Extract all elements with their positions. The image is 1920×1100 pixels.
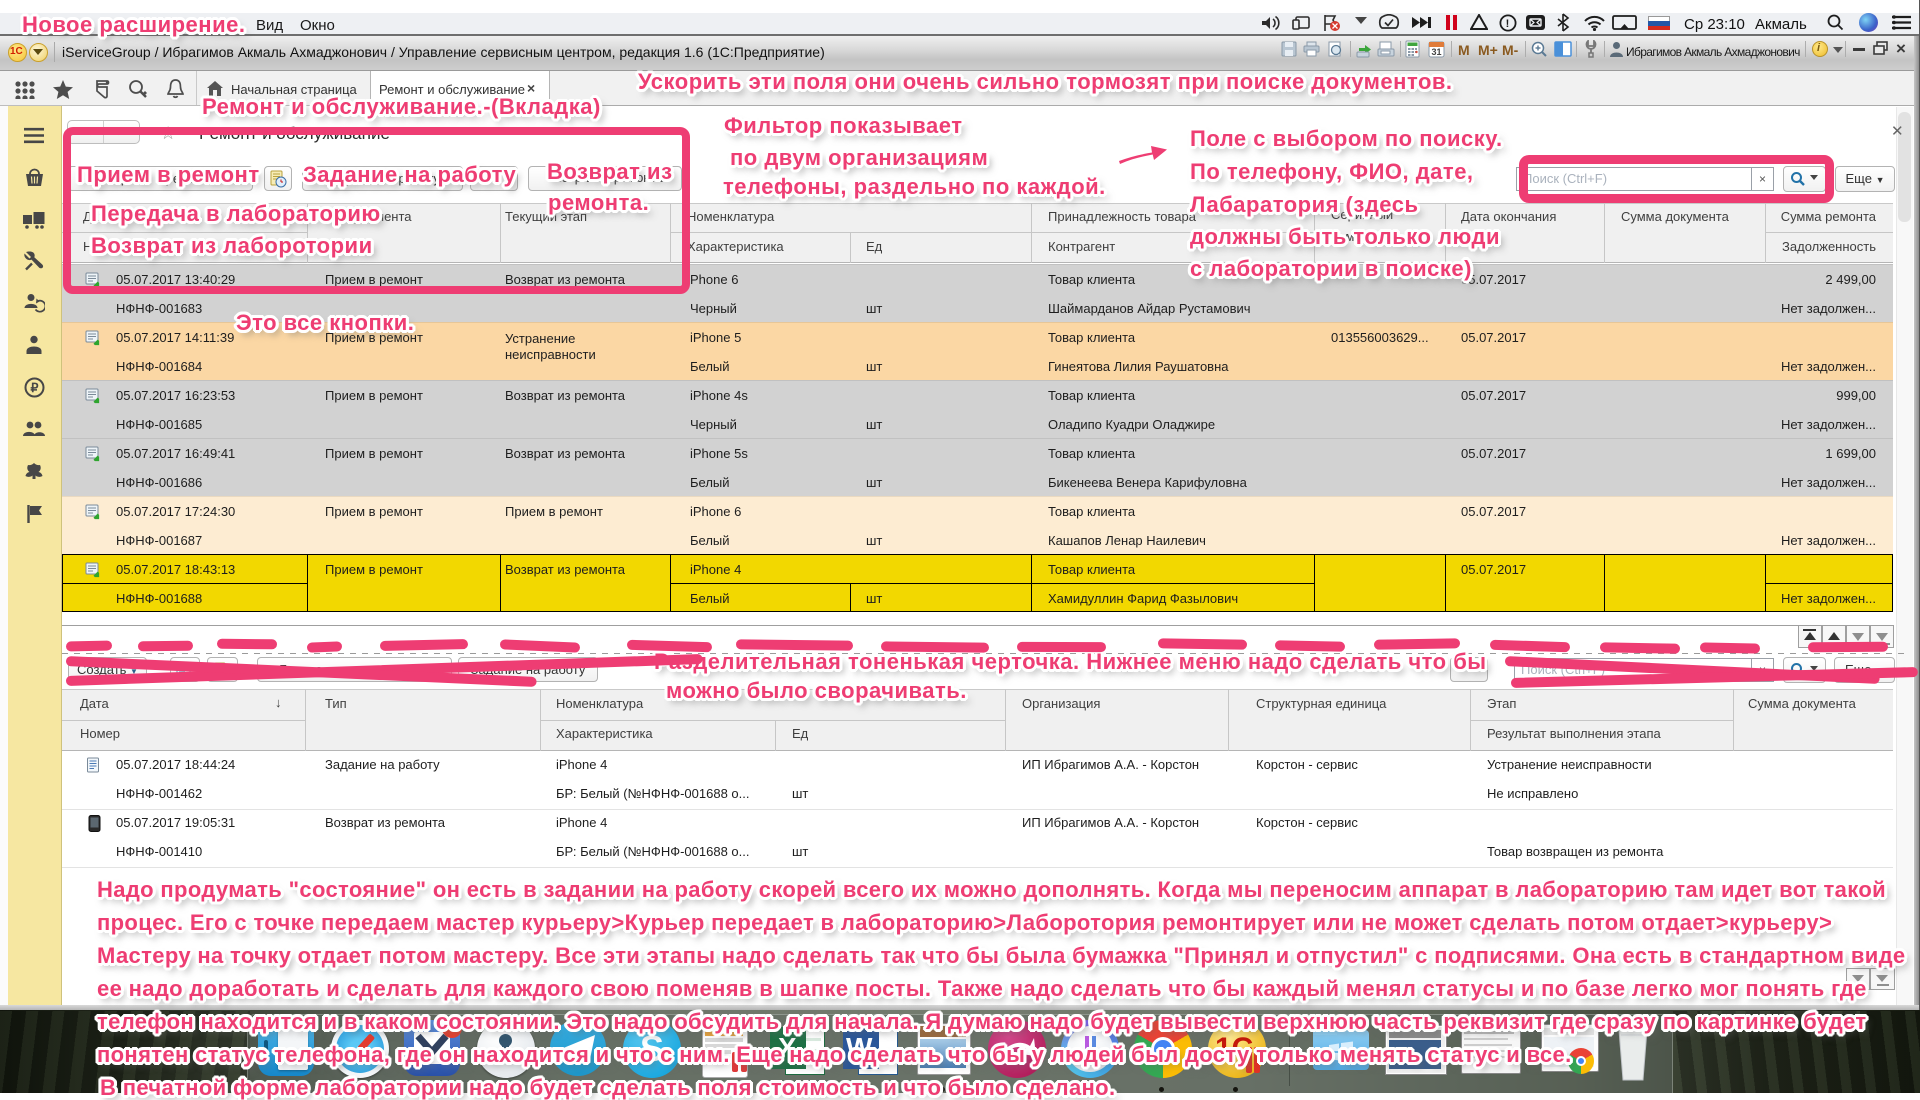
- svg-text:!: !: [1506, 18, 1510, 30]
- svg-text:₽: ₽: [31, 381, 40, 395]
- svg-text:31: 31: [1432, 47, 1442, 57]
